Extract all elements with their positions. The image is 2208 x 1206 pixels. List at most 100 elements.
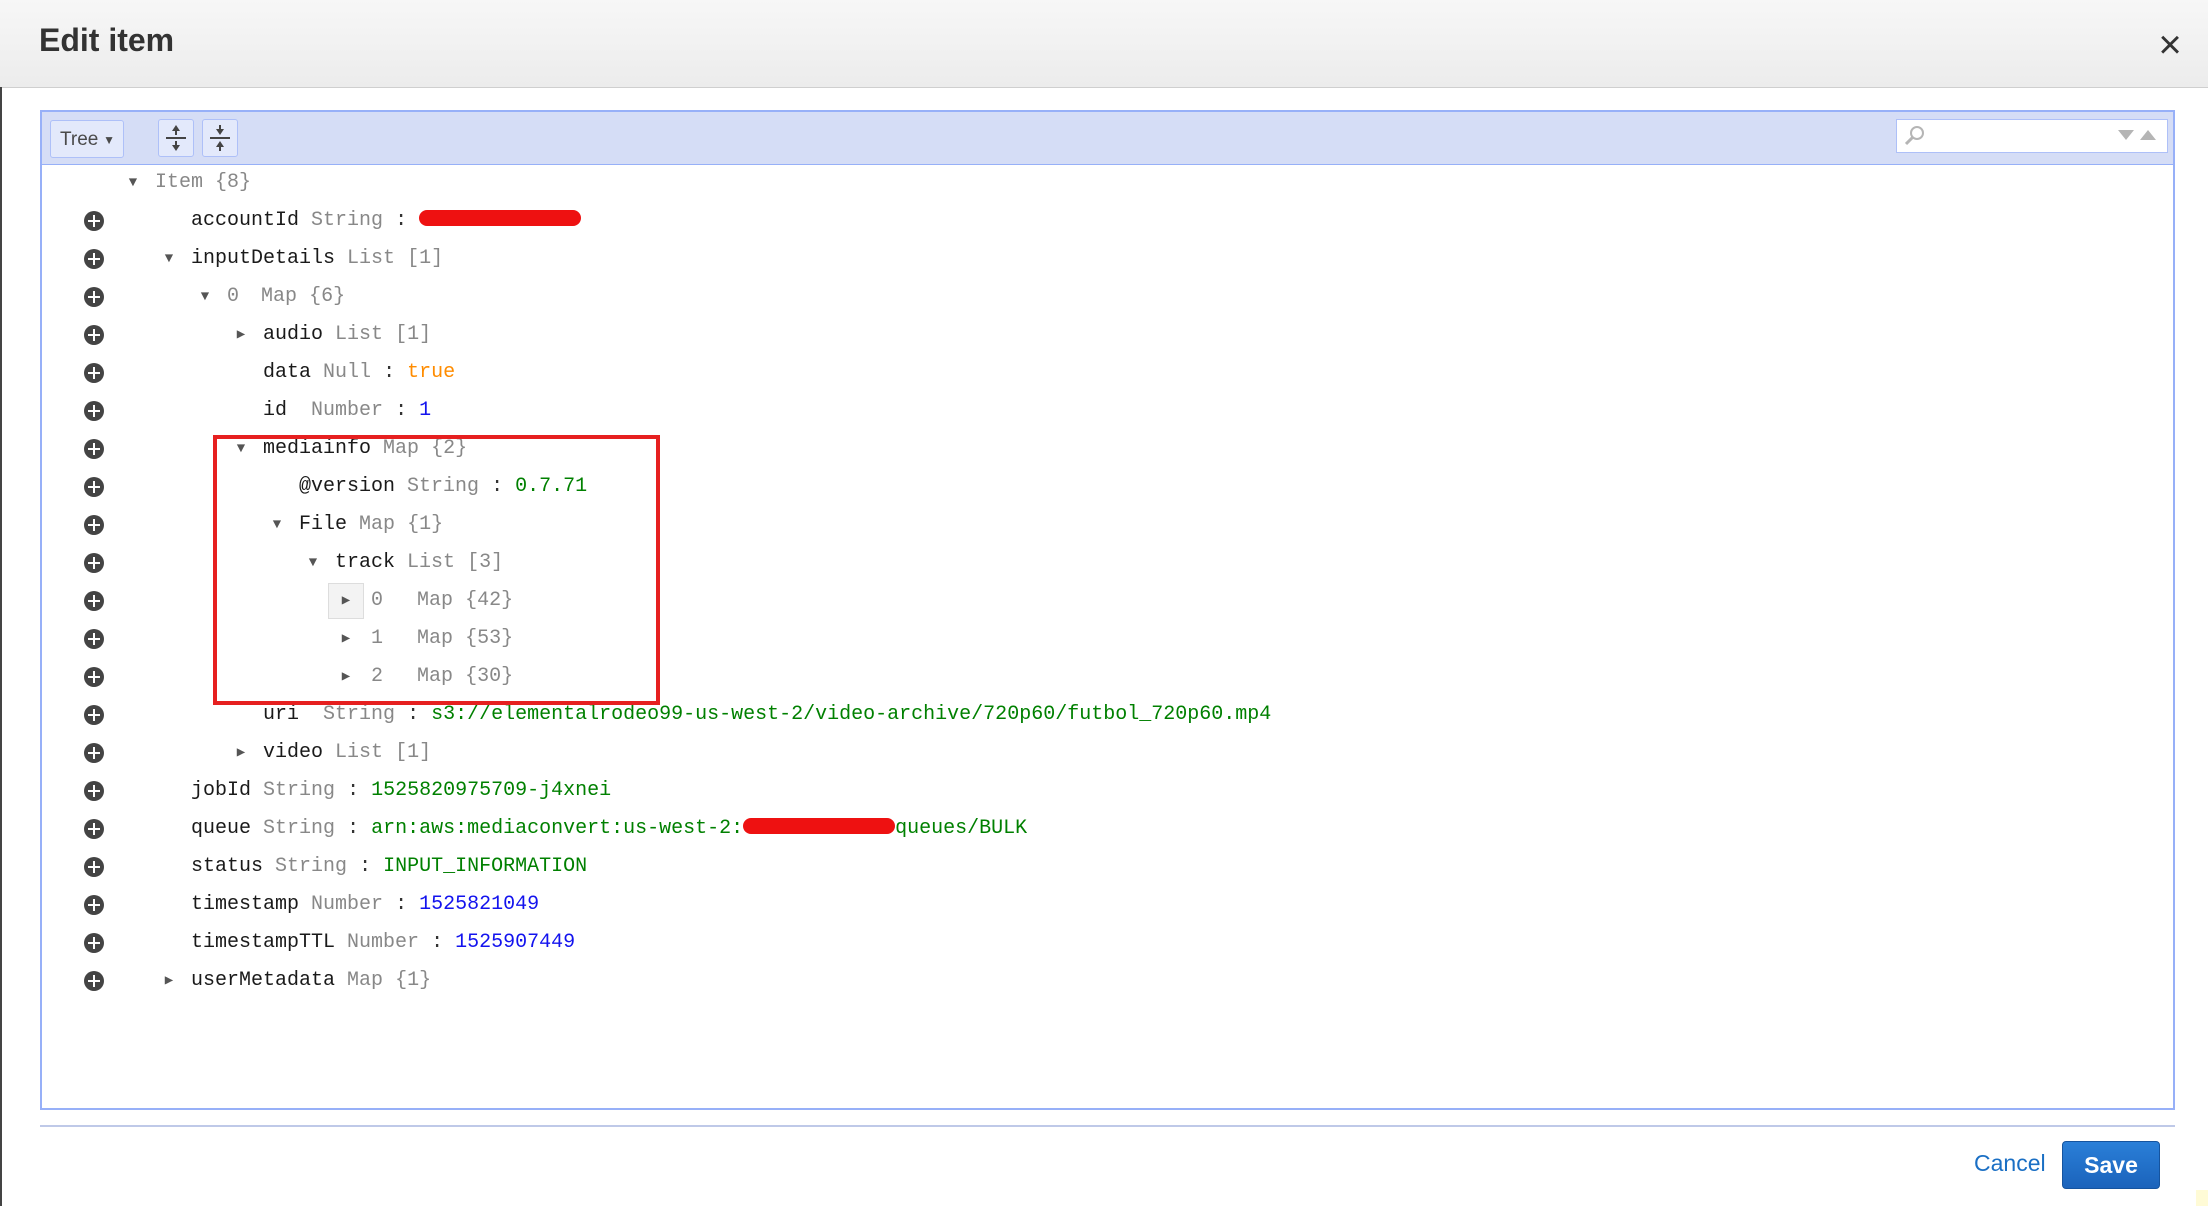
add-field-icon[interactable] [84,553,104,573]
field: video List [1] [263,734,431,772]
field-separator: : [347,817,360,840]
add-field-icon[interactable] [84,363,104,383]
chevron-down-icon: ▼ [103,133,115,147]
field-type[interactable]: Number [347,931,419,954]
add-field-icon[interactable] [84,249,104,269]
field-type[interactable]: String [275,855,347,878]
field-value-prefix[interactable]: arn:aws:mediaconvert:us-west-2: [371,817,743,840]
expand-caret-icon[interactable]: ▶ [233,734,249,772]
field-key[interactable]: timestamp [191,893,299,916]
add-field-icon[interactable] [84,781,104,801]
field-type[interactable]: Null [323,361,371,384]
add-field-icon[interactable] [84,705,104,725]
field-key[interactable]: accountId [191,209,299,232]
tree-row-queue: queue String : arn:aws:mediaconvert:us-w… [42,810,2173,848]
expand-all-icon [166,125,186,151]
collapse-caret-icon[interactable]: ▼ [125,164,141,202]
field-type[interactable]: String [323,703,395,726]
cancel-button[interactable]: Cancel [1974,1150,2046,1177]
field-key[interactable]: data [263,361,311,384]
field: timestamp Number : 1525821049 [191,886,539,924]
add-field-icon[interactable] [84,819,104,839]
field-type[interactable]: List [335,323,383,346]
field-type[interactable]: List [347,247,395,270]
tree-row-audio: ▶ audio List [1] [42,316,2173,354]
add-field-icon[interactable] [84,933,104,953]
add-field-icon[interactable] [84,895,104,915]
mode-dropdown-label: Tree [60,129,99,150]
field-index: 0 [227,285,240,308]
tree-row-jobId: jobId String : 1525820975709-j4xnei [42,772,2173,810]
tree-row-status: status String : INPUT_INFORMATION [42,848,2173,886]
field-type[interactable]: Map [347,969,383,992]
tree-row-inputDetails-0: ▼ 0 Map {6} [42,278,2173,316]
field-key[interactable]: inputDetails [191,247,335,270]
field-type[interactable]: Number [311,399,383,422]
add-field-icon[interactable] [84,287,104,307]
field-type[interactable]: Map [261,285,297,308]
add-field-icon[interactable] [84,439,104,459]
field-key[interactable]: timestampTTL [191,931,335,954]
field-value[interactable]: INPUT_INFORMATION [383,855,587,878]
field-separator: : [395,893,408,916]
expand-caret-icon[interactable]: ▶ [161,962,177,1000]
field: inputDetails List [1] [191,240,443,278]
add-field-icon[interactable] [84,629,104,649]
field-key[interactable]: status [191,855,263,878]
field-key[interactable]: audio [263,323,323,346]
field-type[interactable]: Number [311,893,383,916]
editor-toolbar: Tree ▼ [42,112,2173,165]
field-value[interactable]: 1 [419,399,431,422]
search-field[interactable] [1896,119,2168,153]
tree-row-userMetadata: ▶ userMetadata Map {1} [42,962,2173,1000]
field-separator: : [407,703,420,726]
field-key[interactable]: userMetadata [191,969,335,992]
field-separator: : [431,931,444,954]
mode-dropdown[interactable]: Tree ▼ [50,120,124,158]
collapse-all-button[interactable] [202,119,238,157]
field-value[interactable]: s3://elementalrodeo99-us-west-2/video-ar… [431,703,1271,726]
field-type[interactable]: String [311,209,383,232]
tree-row-timestampTTL: timestampTTL Number : 1525907449 [42,924,2173,962]
expand-caret-icon[interactable]: ▶ [233,316,249,354]
redaction-mark [743,818,896,835]
collapse-all-icon [210,125,230,151]
add-field-icon[interactable] [84,515,104,535]
field-key[interactable]: uri [263,703,299,726]
modal-header: Edit item × [0,0,2208,88]
field: userMetadata Map {1} [191,962,431,1000]
add-field-icon[interactable] [84,667,104,687]
add-field-icon[interactable] [84,401,104,421]
field-key[interactable]: jobId [191,779,251,802]
search-previous-icon[interactable] [2139,128,2157,142]
field-separator: : [395,399,408,422]
field-key[interactable]: id [263,399,287,422]
field-type[interactable]: String [263,817,335,840]
field-type[interactable]: String [263,779,335,802]
field-key[interactable]: queue [191,817,251,840]
add-field-icon[interactable] [84,325,104,345]
search-next-icon[interactable] [2117,128,2135,142]
corner-mark [2196,1190,2208,1206]
tree-row-accountId: accountId String : [42,202,2173,240]
field-value[interactable]: 1525821049 [419,893,539,916]
add-field-icon[interactable] [84,211,104,231]
field-key[interactable]: video [263,741,323,764]
collapse-caret-icon[interactable]: ▼ [161,240,177,278]
field-value-suffix[interactable]: queues/BULK [895,817,1027,840]
add-field-icon[interactable] [84,743,104,763]
collapse-caret-icon[interactable]: ▼ [197,278,213,316]
expand-all-button[interactable] [158,119,194,157]
close-icon[interactable]: × [2150,25,2190,65]
field-value[interactable]: true [407,361,455,384]
field-count: [1] [407,247,444,270]
field-value[interactable]: 1525907449 [455,931,575,954]
add-field-icon[interactable] [84,591,104,611]
add-field-icon[interactable] [84,971,104,991]
field-value[interactable]: 1525820975709-j4xnei [371,779,611,802]
save-button[interactable]: Save [2062,1141,2160,1189]
add-field-icon[interactable] [84,477,104,497]
field-separator: : [359,855,372,878]
add-field-icon[interactable] [84,857,104,877]
field-type[interactable]: List [335,741,383,764]
